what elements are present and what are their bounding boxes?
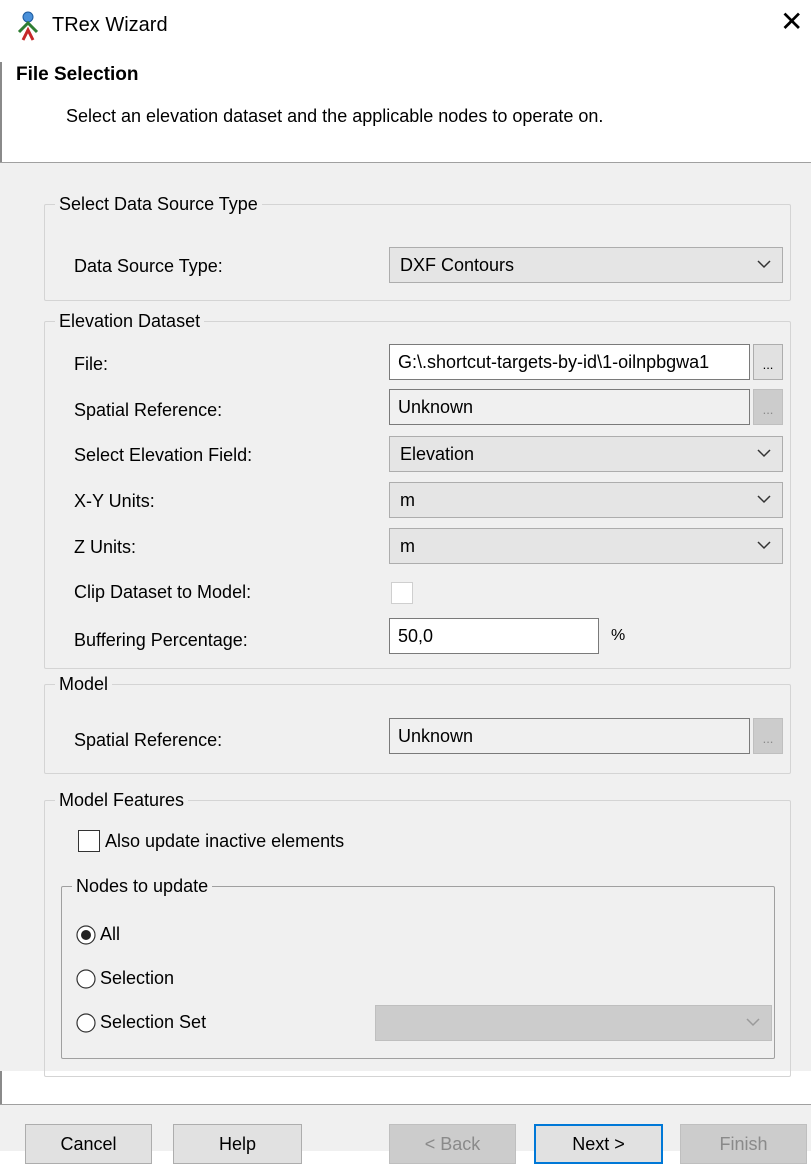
data-source-type-value: DXF Contours bbox=[400, 255, 515, 275]
radio-all-label[interactable]: All bbox=[100, 924, 120, 945]
data-source-legend: Select Data Source Type bbox=[59, 194, 258, 214]
page-title: File Selection bbox=[16, 64, 139, 85]
model-spatial-reference-field[interactable]: Unknown bbox=[389, 718, 750, 754]
model-legend: Model bbox=[59, 674, 109, 694]
z-units-value: m bbox=[400, 536, 415, 556]
radio-selection-set-label[interactable]: Selection Set bbox=[100, 1012, 206, 1033]
model-features-legend: Model Features bbox=[59, 790, 185, 810]
data-source-type-dropdown[interactable]: DXF Contours bbox=[389, 247, 783, 283]
z-units-label: Z Units: bbox=[74, 537, 137, 557]
back-button[interactable]: < Back bbox=[389, 1124, 516, 1164]
radio-selection-label[interactable]: Selection bbox=[100, 968, 174, 989]
chevron-down-icon bbox=[757, 449, 771, 458]
data-source-type-label: Data Source Type: bbox=[74, 256, 223, 276]
finish-button[interactable]: Finish bbox=[680, 1124, 807, 1164]
chevron-down-icon bbox=[746, 1018, 760, 1027]
model-spatial-reference-browse-button[interactable]: ... bbox=[753, 718, 783, 754]
file-browse-button[interactable]: ... bbox=[753, 344, 783, 380]
selection-set-dropdown[interactable] bbox=[375, 1005, 772, 1041]
buffering-percentage-label: Buffering Percentage: bbox=[74, 630, 248, 650]
radio-selection[interactable] bbox=[76, 969, 96, 989]
buffering-percentage-value: 50,0 bbox=[398, 626, 434, 646]
xy-units-dropdown[interactable]: m bbox=[389, 482, 783, 518]
file-path-field[interactable]: G:\.shortcut-targets-by-id\1-oilnpbgwa1 bbox=[389, 344, 750, 380]
clip-dataset-checkbox[interactable] bbox=[391, 582, 413, 604]
help-button[interactable]: Help bbox=[173, 1124, 302, 1164]
spatial-reference-field[interactable]: Unknown bbox=[389, 389, 750, 425]
page-description: Select an elevation dataset and the appl… bbox=[66, 106, 604, 126]
cancel-button[interactable]: Cancel bbox=[25, 1124, 152, 1164]
model-spatial-reference-label: Spatial Reference: bbox=[74, 730, 223, 750]
clip-dataset-label: Clip Dataset to Model: bbox=[74, 582, 252, 602]
close-icon[interactable]: ✕ bbox=[780, 8, 803, 36]
buffering-percentage-input[interactable]: 50,0 bbox=[389, 618, 599, 654]
chevron-down-icon bbox=[757, 541, 771, 550]
radio-selection-set[interactable] bbox=[76, 1013, 96, 1033]
elevation-field-dropdown[interactable]: Elevation bbox=[389, 436, 783, 472]
chevron-down-icon bbox=[757, 260, 771, 269]
spatial-reference-browse-button[interactable]: ... bbox=[753, 389, 783, 425]
next-button[interactable]: Next > bbox=[534, 1124, 663, 1164]
nodes-to-update-legend: Nodes to update bbox=[76, 876, 209, 896]
window-title: TRex Wizard bbox=[52, 14, 168, 36]
radio-all[interactable] bbox=[76, 925, 96, 945]
xy-units-label: X-Y Units: bbox=[74, 491, 155, 511]
elevation-field-label: Select Elevation Field: bbox=[74, 445, 253, 465]
elevation-dataset-legend: Elevation Dataset bbox=[59, 311, 201, 331]
xy-units-value: m bbox=[400, 490, 415, 510]
elevation-field-value: Elevation bbox=[400, 444, 475, 464]
file-label: File: bbox=[74, 354, 109, 374]
title-bar: TRex Wizard ✕ bbox=[0, 0, 811, 62]
spatial-reference-value: Unknown bbox=[398, 397, 474, 417]
model-spatial-reference-value: Unknown bbox=[398, 726, 474, 746]
spatial-reference-label: Spatial Reference: bbox=[74, 400, 223, 420]
chevron-down-icon bbox=[757, 495, 771, 504]
buffering-percentage-unit: % bbox=[611, 627, 626, 644]
app-icon bbox=[14, 10, 42, 42]
z-units-dropdown[interactable]: m bbox=[389, 528, 783, 564]
update-inactive-checkbox[interactable] bbox=[78, 830, 100, 852]
file-path-value: G:\.shortcut-targets-by-id\1-oilnpbgwa1 bbox=[398, 352, 710, 372]
update-inactive-label[interactable]: Also update inactive elements bbox=[105, 831, 344, 852]
